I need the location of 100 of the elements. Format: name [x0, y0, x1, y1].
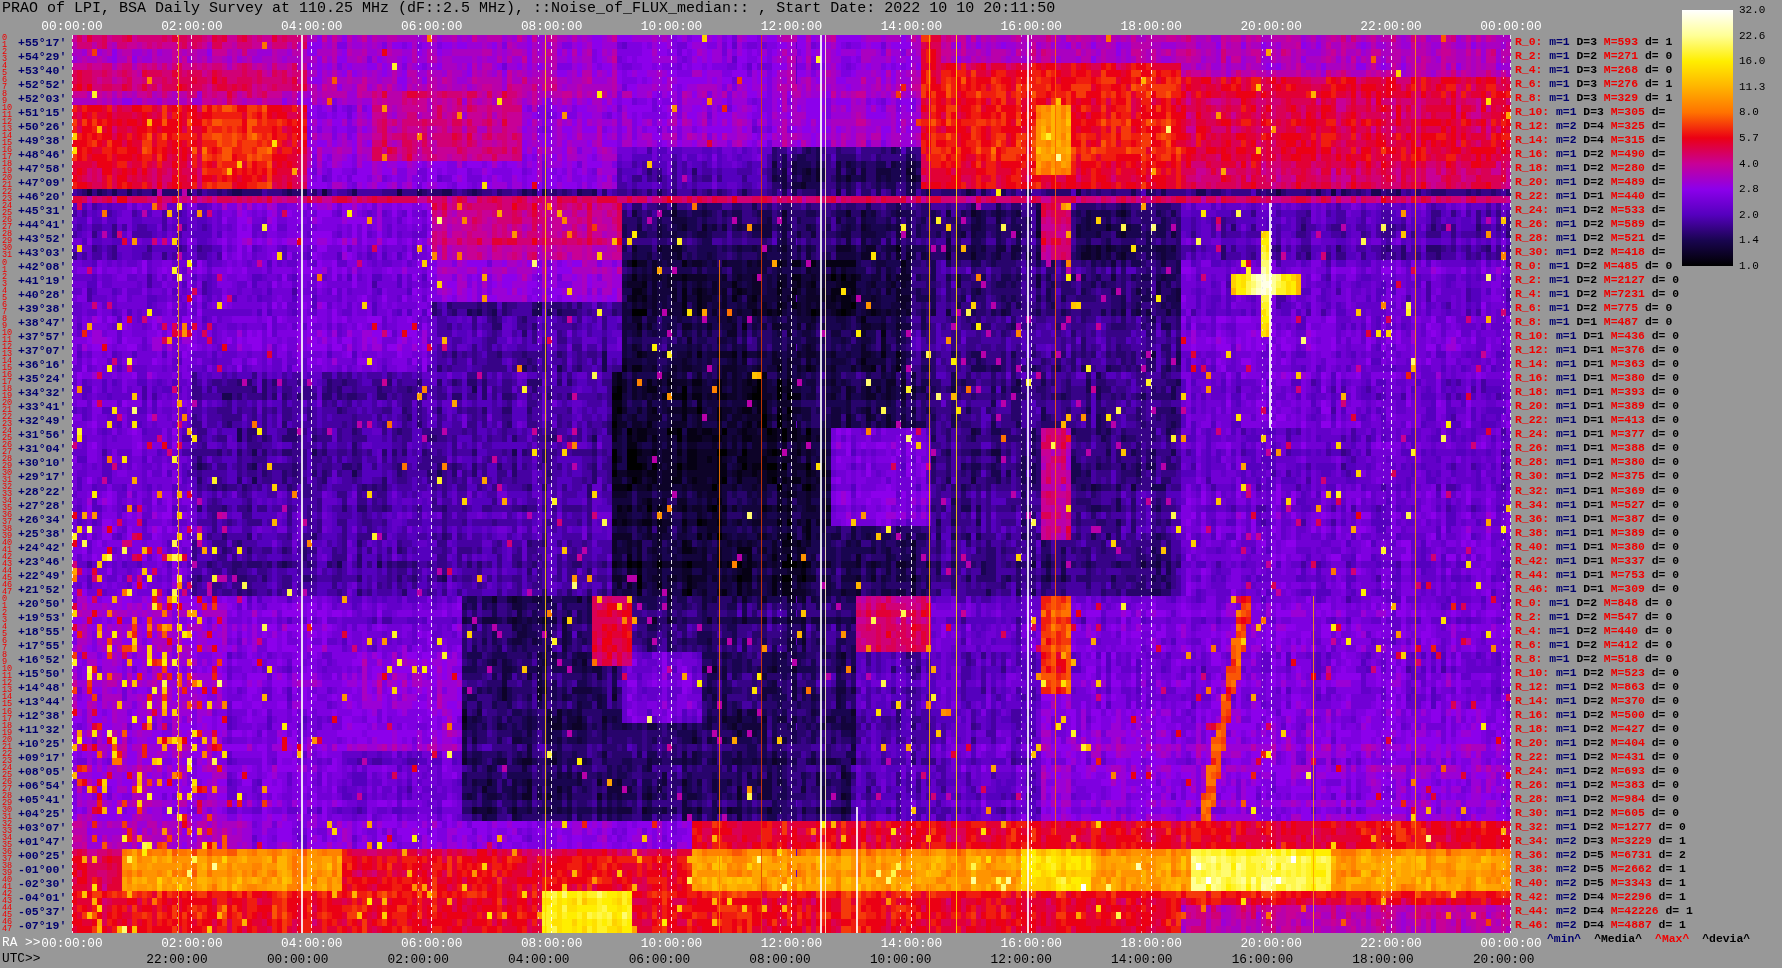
beam-stats: R_40: m=2 D=5 M=3343 d= 1: [1515, 877, 1686, 891]
beam-numbers: 8 9: [2, 315, 8, 330]
declination-label: +37°57′: [18, 330, 67, 344]
beam-stats: R_10: m=1 D=2 M=523 d= 0: [1515, 666, 1680, 680]
declination-label: +54°29′: [18, 49, 67, 63]
beam-numbers: 24 25: [2, 203, 13, 218]
beam-stats: R_0: m=1 D=3 M=593 d= 1: [1515, 35, 1673, 49]
beam-numbers: 38 39: [2, 862, 13, 877]
beam-numbers: 0 1: [2, 596, 8, 611]
declination-label: +43°52′: [18, 231, 67, 245]
beam-stats: R_22: m=1 D=1 M=413 d= 0: [1515, 414, 1680, 428]
beam-stats: R_30: m=1 D=2 M=605 d= 0: [1515, 807, 1680, 821]
utc-time-label: 16:00:00: [1231, 951, 1294, 968]
ra-time-label: 02:00:00: [161, 935, 223, 952]
beam-stats: R_8: m=1 D=2 M=518 d= 0: [1515, 652, 1673, 666]
declination-label: +29°17′: [18, 470, 67, 484]
declination-label: +27°28′: [18, 498, 67, 512]
declination-label: +28°22′: [18, 484, 67, 498]
beam-numbers: 18 19: [2, 385, 13, 400]
beam-stats: R_18: m=1 D=1 M=393 d= 0: [1515, 386, 1680, 400]
beam-numbers: 0 1: [2, 259, 8, 274]
declination-label: +06°54′: [18, 779, 67, 793]
declination-label: +35°24′: [18, 372, 67, 386]
beam-stats: R_4: m=1 D=2 M=7231 d= 0: [1515, 288, 1680, 302]
ra-time-label: 16:00:00: [1000, 18, 1063, 35]
ra-time-label: 10:00:00: [640, 18, 703, 35]
declination-label: +00°25′: [18, 849, 67, 863]
ra-time-label: 06:00:00: [401, 935, 463, 952]
median-legend: ^Media^: [1594, 933, 1643, 945]
ra-time-label: 08:00:00: [520, 18, 583, 35]
beam-stats: R_30: m=1 D=2 M=375 d= 0: [1515, 470, 1680, 484]
beam-numbers: 6 7: [2, 638, 8, 653]
declination-label: +15°50′: [18, 666, 67, 680]
beam-stats: R_6: m=1 D=2 M=412 d= 0: [1515, 638, 1673, 652]
beam-numbers: 40 41: [2, 876, 13, 891]
declination-label: +05°41′: [18, 793, 67, 807]
beam-numbers: 36 37: [2, 512, 13, 527]
declination-label: +30°10′: [18, 456, 67, 470]
declination-label: +43°03′: [18, 246, 67, 259]
beam-numbers: 34 35: [2, 834, 13, 849]
declination-label: +47°09′: [18, 175, 67, 189]
beam-stats: R_30: m=1 D=2 M=418 d=: [1515, 246, 1666, 259]
declination-label: -02°30′: [18, 877, 67, 891]
beam-numbers: 40 41: [2, 540, 13, 555]
beam-numbers: 28 29: [2, 455, 13, 470]
beam-numbers: 36 37: [2, 848, 13, 863]
declination-label: +26°34′: [18, 512, 67, 526]
ra-time-label: 00:00:00: [1480, 18, 1542, 35]
beam-stats: R_0: m=1 D=2 M=848 d= 0: [1515, 596, 1673, 610]
beam-numbers: 20 21: [2, 175, 13, 190]
beam-numbers: 6 7: [2, 77, 8, 92]
declination-label: +31°04′: [18, 442, 67, 456]
declination-label: +51°15′: [18, 105, 67, 119]
ra-time-label: 00:00:00: [41, 935, 103, 952]
beam-numbers: 12 13: [2, 343, 13, 358]
declination-label: +38°47′: [18, 316, 67, 330]
beam-numbers: 4 5: [2, 624, 8, 639]
utc-time-label: 18:00:00: [1352, 951, 1414, 968]
beam-stats: R_8: m=1 D=3 M=329 d= 1: [1515, 91, 1673, 105]
beam-stats: R_4: m=1 D=3 M=268 d= 0: [1515, 63, 1673, 77]
declination-label: +47°58′: [18, 161, 67, 175]
beam-stats: R_32: m=1 D=1 M=369 d= 0: [1515, 484, 1680, 498]
beam-numbers: 30 31: [2, 245, 13, 260]
beam-numbers: 46 47: [2, 919, 13, 933]
beam-numbers: 4 5: [2, 287, 8, 302]
utc-time-label: 12:00:00: [990, 951, 1052, 968]
declination-label: +55°17′: [18, 35, 67, 49]
declination-label: +13°44′: [18, 695, 67, 708]
beam-stats: R_20: m=1 D=2 M=404 d= 0: [1515, 737, 1680, 751]
beam-stats: R_20: m=1 D=2 M=489 d=: [1515, 175, 1666, 189]
beam-stats: R_32: m=1 D=2 M=1277 d= 0: [1515, 821, 1686, 835]
utc-time-label: 02:00:00: [387, 951, 449, 968]
beam-stats: R_14: m=1 D=2 M=370 d= 0: [1515, 695, 1680, 708]
beam-numbers: 12 13: [2, 680, 13, 695]
declination-label: +33°41′: [18, 400, 67, 414]
ra-time-label: 06:00:00: [401, 18, 463, 35]
beam-numbers: 14 15: [2, 694, 13, 709]
ra-time-label: 20:00:00: [1240, 18, 1302, 35]
declination-label: +03°07′: [18, 821, 67, 835]
beam-stats: R_8: m=1 D=1 M=487 d= 0: [1515, 316, 1673, 330]
beam-numbers: 26 27: [2, 778, 13, 793]
min-legend: ^min^: [1547, 933, 1582, 945]
beam-numbers: 38 39: [2, 526, 13, 541]
declination-label: +41°19′: [18, 274, 67, 288]
beam-numbers: 12 13: [2, 119, 13, 134]
scale-value: 5.7: [1739, 131, 1760, 144]
ra-time-label: 04:00:00: [281, 935, 343, 952]
utc-time-label: 14:00:00: [1111, 951, 1173, 968]
ra-time-label: 20:00:00: [1240, 935, 1302, 952]
beam-numbers: 42 43: [2, 890, 13, 905]
declination-label: +20°50′: [18, 596, 67, 610]
ra-time-label: 04:00:00: [281, 18, 343, 35]
declination-label: +52°03′: [18, 91, 67, 105]
declination-label: +45°31′: [18, 203, 67, 217]
ra-axis-label: RA >>: [2, 935, 41, 951]
declination-label: +12°38′: [18, 709, 67, 722]
beam-stats: R_26: m=1 D=2 M=383 d= 0: [1515, 779, 1680, 793]
beam-numbers: 30 31: [2, 470, 13, 484]
beam-numbers: 34 35: [2, 498, 13, 513]
beam-stats: R_26: m=1 D=2 M=589 d=: [1515, 217, 1666, 231]
